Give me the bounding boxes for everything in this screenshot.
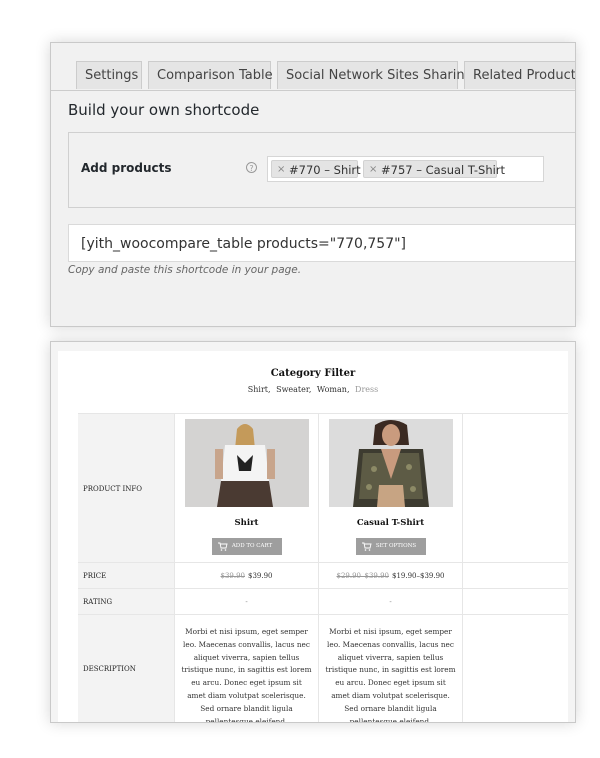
category-link[interactable]: Shirt [248, 385, 268, 394]
old-price: $29.90–$39.90 [336, 572, 390, 580]
table-row-price: PRICE $39.90 $39.90 $29.90–$39.90 $19.90–$… [78, 562, 568, 589]
comparison-preview-panel: Category Filter Shirt, Sweater, Woman, D… [50, 341, 576, 723]
rating-cell: - [318, 589, 462, 615]
old-price: $39.90 [220, 572, 246, 580]
shortcode-output-field[interactable]: [yith_woocompare_table products="770,757… [68, 224, 575, 262]
shortcode-builder-panel: Settings Comparison Table Social Network… [50, 42, 576, 327]
tab-settings[interactable]: Settings [76, 61, 142, 89]
table-row-description: DESCRIPTION Morbi et nisi ipsum, eget se… [78, 614, 568, 722]
price-cell: $29.90–$39.90 $19.90–$39.90 [318, 563, 462, 589]
rating-cell: - [174, 589, 318, 615]
tab-related-products[interactable]: Related Products [464, 61, 575, 89]
current-price: $19.90–$39.90 [392, 572, 445, 580]
price-cell: $39.90 $39.90 [174, 563, 318, 589]
category-filter-list: Shirt, Sweater, Woman, Dress [247, 385, 379, 394]
row-label: PRICE [78, 563, 174, 589]
description-cell: Morbi et nisi ipsum, eget semper leo. Ma… [174, 615, 318, 722]
product-image-casual-tshirt[interactable] [329, 419, 453, 507]
add-products-label: Add products [81, 161, 172, 175]
set-options-button[interactable]: SET OPTIONS [356, 538, 426, 555]
selected-product-chip: × #770 – Shirt [271, 160, 361, 179]
empty-cell [462, 414, 568, 563]
chip-label: #757 – Casual T-Shirt [381, 163, 506, 177]
category-filter-title: Category Filter [270, 368, 356, 379]
table-row-product-info: PRODUCT INFO Shirt ADD TO CART Casual T-… [78, 413, 568, 563]
selected-product-chip: × #757 – Casual T-Shirt [363, 160, 505, 179]
row-label: PRODUCT INFO [78, 414, 174, 563]
description-cell: Morbi et nisi ipsum, eget semper leo. Ma… [318, 615, 462, 722]
comparison-table-page: Category Filter Shirt, Sweater, Woman, D… [58, 351, 568, 722]
product-cell: Shirt ADD TO CART [174, 414, 318, 563]
product-cell: Casual T-Shirt SET OPTIONS [318, 414, 462, 563]
chip-label: #770 – Shirt [289, 163, 361, 177]
category-link[interactable]: Sweater [276, 385, 309, 394]
cart-icon [218, 542, 228, 551]
add-to-cart-button[interactable]: ADD TO CART [212, 538, 282, 555]
empty-cell [462, 615, 568, 722]
shortcode-hint: Copy and paste this shortcode in your pa… [68, 264, 302, 276]
product-select-input[interactable]: × #770 – Shirt × #757 – Casual T-Shirt [267, 156, 544, 182]
empty-cell [462, 563, 568, 589]
add-products-box: Add products ? × #770 – Shirt × #757 – C… [68, 132, 575, 208]
row-label: RATING [78, 589, 174, 615]
tab-social-network-sharing[interactable]: Social Network Sites Sharing [277, 61, 473, 89]
remove-chip-icon[interactable]: × [369, 161, 377, 179]
row-label: DESCRIPTION [78, 615, 174, 722]
build-shortcode-title: Build your own shortcode [68, 101, 260, 119]
cart-icon [362, 542, 372, 551]
empty-cell [462, 589, 568, 615]
current-price: $39.90 [248, 572, 273, 580]
help-icon[interactable]: ? [246, 162, 257, 173]
product-name[interactable]: Shirt [175, 518, 318, 528]
category-link[interactable]: Woman [317, 385, 347, 394]
table-row-rating: RATING - - [78, 588, 568, 615]
product-image-shirt[interactable] [185, 419, 309, 507]
tab-comparison-table[interactable]: Comparison Table [148, 61, 273, 89]
tab-divider [51, 90, 575, 91]
category-link[interactable]: Dress [355, 385, 378, 394]
product-name[interactable]: Casual T-Shirt [319, 518, 462, 528]
remove-chip-icon[interactable]: × [277, 161, 285, 179]
